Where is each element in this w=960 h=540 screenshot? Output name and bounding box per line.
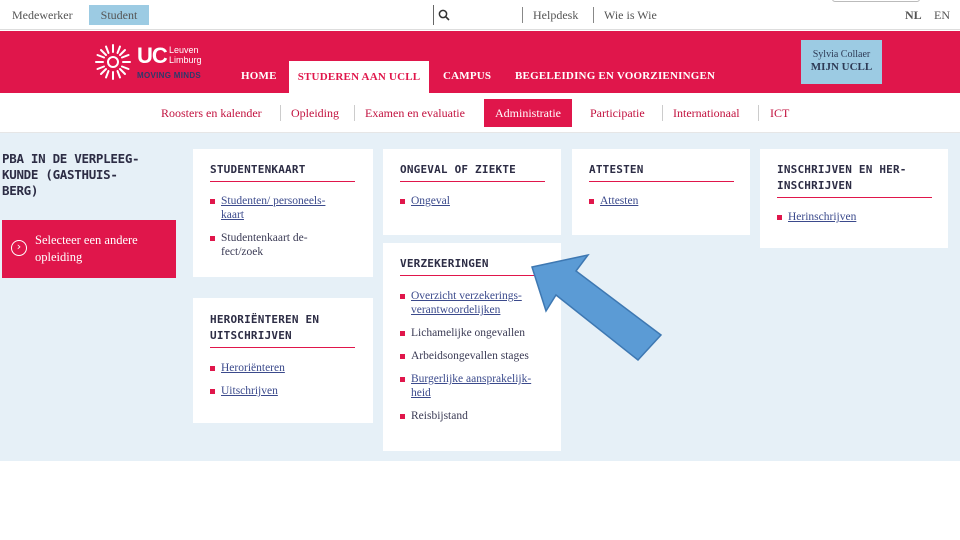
card-title: STUDENTENKAART <box>210 163 306 176</box>
card-list: Overzicht verzekerings-verantwoordelijke… <box>400 289 550 432</box>
link-attesten[interactable]: Attesten <box>589 194 749 208</box>
select-other-program-button[interactable]: › Selecteer een andere opleiding <box>2 220 176 278</box>
card-title: ATTESTEN <box>589 163 644 176</box>
card-list: Attesten <box>589 194 749 217</box>
card-ongeval-of-ziekte: ONGEVAL OF ZIEKTE Ongeval <box>383 149 561 235</box>
link-arbeidsongevallen[interactable]: Arbeidsongevallen stages <box>400 349 550 363</box>
link-burgerlijke-aansprakelijkheid[interactable]: Burgerlijke aansprakelijk-heid <box>400 372 550 400</box>
subnav-opleiding[interactable]: Opleiding <box>291 99 339 127</box>
link-uitschrijven[interactable]: Uitschrijven <box>210 384 370 398</box>
mijn-ucll-button[interactable]: Sylvia Collaer MIJN UCLL <box>801 40 882 84</box>
subnav-participatie[interactable]: Participatie <box>590 99 645 127</box>
title-underline <box>400 275 545 276</box>
logo-sun-icon <box>95 44 131 80</box>
divider <box>354 105 355 121</box>
subnav-internationaal[interactable]: Internationaal <box>673 99 740 127</box>
card-attesten: ATTESTEN Attesten <box>572 149 750 235</box>
utility-bar: Medewerker Student Helpdesk Wie is Wie N… <box>0 0 960 30</box>
logo-tagline: MOVING MINDS <box>137 71 202 80</box>
card-list: Ongeval <box>400 194 560 217</box>
subnav-roosters[interactable]: Roosters en kalender <box>161 99 262 127</box>
link-overzicht-verzekeringen[interactable]: Overzicht verzekerings-verantwoordelijke… <box>400 289 550 317</box>
button-label-line: opleiding <box>35 250 83 264</box>
card-title: HERORIËNTEREN EN UITSCHRIJVEN <box>210 313 320 342</box>
language-nl[interactable]: NL <box>905 5 922 25</box>
subnav-ict[interactable]: ICT <box>770 99 789 127</box>
link-lichamelijke-ongevallen[interactable]: Lichamelijke ongevallen <box>400 326 550 340</box>
main-header: UC Leuven Limburg MOVING MINDS HOME STUD… <box>0 31 960 93</box>
tab-medewerker[interactable]: Medewerker <box>6 5 79 25</box>
subnav-examen[interactable]: Examen en evaluatie <box>365 99 465 127</box>
content-area: PBA IN DE VERPLEEG- KUNDE (GASTHUIS- BER… <box>0 133 960 461</box>
arrow-circle-icon: › <box>11 240 27 256</box>
button-label-line: Selecteer een andere <box>35 233 138 247</box>
card-studentenkaart: STUDENTENKAART Studenten/ personeels-kaa… <box>193 149 373 277</box>
card-title: VERZEKERINGEN <box>400 257 489 270</box>
title-underline <box>210 181 355 182</box>
link-herinschrijven[interactable]: Herinschrijven <box>777 210 937 224</box>
program-title: PBA IN DE VERPLEEG- KUNDE (GASTHUIS- BER… <box>2 151 140 198</box>
link-studentenkaart-defect[interactable]: Studentenkaart de-fect/zoek <box>210 231 350 259</box>
link-reisbijstand[interactable]: Reisbijstand <box>400 409 550 423</box>
title-underline <box>400 181 545 182</box>
browser-corner <box>832 0 920 2</box>
nav-begeleiding[interactable]: BEGELEIDING EN VOORZIENINGEN <box>515 31 715 93</box>
title-underline <box>589 181 734 182</box>
annotation-arrow <box>531 253 663 362</box>
language-en[interactable]: EN <box>934 5 950 25</box>
wie-is-wie-link[interactable]: Wie is Wie <box>604 5 657 25</box>
divider <box>522 7 523 23</box>
title-underline <box>777 197 932 198</box>
subnav-administratie[interactable]: Administratie <box>484 99 572 127</box>
title-underline <box>210 347 355 348</box>
link-studentenkaart[interactable]: Studenten/ personeels-kaart <box>210 194 350 222</box>
ucll-logo[interactable]: UC Leuven Limburg MOVING MINDS <box>93 42 208 82</box>
card-inschrijven: INSCHRIJVEN EN HER- INSCHRIJVEN Herinsch… <box>760 149 948 248</box>
nav-campus[interactable]: CAMPUS <box>443 31 491 93</box>
card-list: Heroriënteren Uitschrijven <box>210 361 370 407</box>
card-list: Herinschrijven <box>777 210 937 233</box>
user-name: Sylvia Collaer <box>812 49 871 60</box>
tab-student[interactable]: Student <box>89 5 149 25</box>
card-heroriënteren: HERORIËNTEREN EN UITSCHRIJVEN Heroriënte… <box>193 298 373 423</box>
card-title: ONGEVAL OF ZIEKTE <box>400 163 516 176</box>
nav-studeren-aan-ucll[interactable]: STUDEREN AAN UCLL <box>289 61 429 93</box>
divider <box>280 105 281 121</box>
sub-navigation: Roosters en kalender Opleiding Examen en… <box>0 93 960 133</box>
mijn-ucll-label: MIJN UCLL <box>810 61 873 73</box>
divider <box>758 105 759 121</box>
logo-place: Leuven Limburg <box>169 45 202 65</box>
link-ongeval[interactable]: Ongeval <box>400 194 560 208</box>
nav-home[interactable]: HOME <box>241 31 277 93</box>
search-input[interactable] <box>433 5 521 25</box>
divider <box>593 7 594 23</box>
divider <box>662 105 663 121</box>
logo-uc: UC <box>137 43 168 68</box>
search-icon <box>438 9 450 21</box>
link-heroriënteren[interactable]: Heroriënteren <box>210 361 370 375</box>
card-title: INSCHRIJVEN EN HER- INSCHRIJVEN <box>777 163 907 192</box>
helpdesk-link[interactable]: Helpdesk <box>533 5 578 25</box>
card-list: Studenten/ personeels-kaart Studentenkaa… <box>210 194 350 268</box>
